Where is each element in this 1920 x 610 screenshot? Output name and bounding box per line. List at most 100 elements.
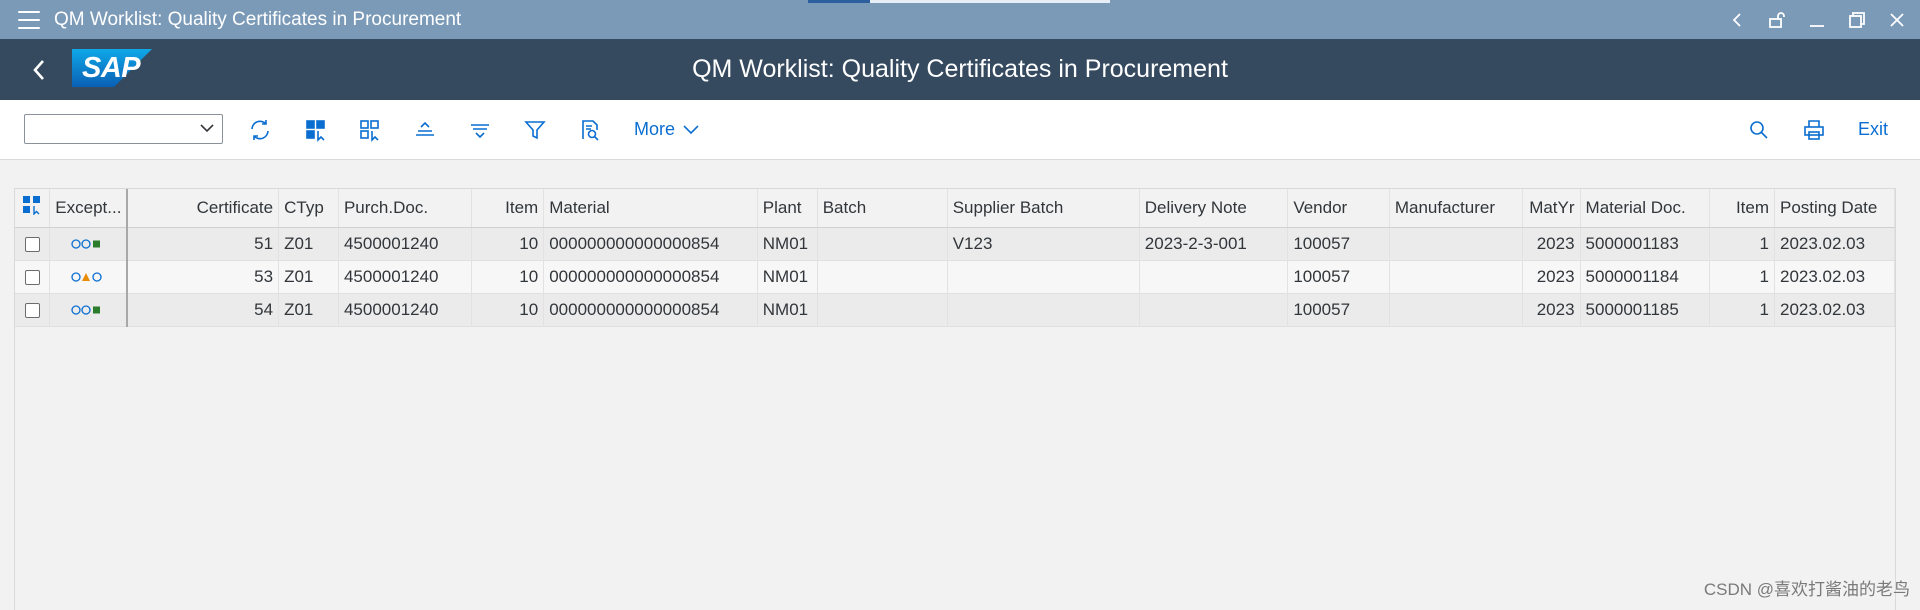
column-header-certificate[interactable]: Certificate [127,189,280,228]
tab-strip-indicator [808,0,1110,3]
print-preview-button[interactable] [576,116,604,144]
cell-batch [817,293,948,327]
chevron-down-icon [200,124,214,133]
row-select-checkbox[interactable] [15,227,51,261]
cell-material-doc: 5000001185 [1580,293,1711,327]
cell-item-2: 1 [1709,227,1775,261]
window-title: QM Worklist: Quality Certificates in Pro… [54,8,462,30]
unlock-icon[interactable] [1768,11,1786,29]
window-title-bar: QM Worklist: Quality Certificates in Pro… [0,0,1920,39]
table-row[interactable]: 54 Z01 4500001240 10 000000000000000854 … [15,293,1895,327]
cell-manufacturer [1389,227,1523,261]
cell-vendor: 100057 [1287,260,1390,294]
sort-ascending-icon [416,121,434,136]
layout-variant-select[interactable] [24,114,223,144]
table-header-row: Except... Certificate CTyp Purch.Doc. It… [15,189,1895,228]
table-row[interactable]: 51 Z01 4500001240 10 000000000000000854 … [15,227,1895,261]
select-layout-icon [306,120,325,142]
column-header-posting-date[interactable]: Posting Date [1774,189,1895,228]
traffic-light-yellow-icon [71,272,103,282]
row-select-checkbox[interactable] [15,293,51,327]
hamburger-menu-icon[interactable] [18,10,40,29]
cell-material: 000000000000000854 [543,260,758,294]
row-select-checkbox[interactable] [15,260,51,294]
column-header-supplier-batch[interactable]: Supplier Batch [947,189,1140,228]
cell-certificate: 54 [127,293,280,327]
column-header-delivery-note[interactable]: Delivery Note [1139,189,1289,228]
column-header-item[interactable]: Item [471,189,545,228]
exit-button[interactable]: Exit [1858,119,1888,140]
table-row[interactable]: 53 Z01 4500001240 10 000000000000000854 … [15,260,1895,294]
select-all-icon [23,196,41,216]
cell-matyr: 2023 [1522,227,1581,261]
column-header-purch-doc[interactable]: Purch.Doc. [338,189,472,228]
column-header-ctyp[interactable]: CTyp [278,189,339,228]
more-menu-button[interactable]: More [634,119,699,140]
cell-ctyp: Z01 [278,227,339,261]
cell-ctyp: Z01 [278,260,339,294]
restore-icon[interactable] [1848,11,1866,29]
watermark: CSDN @喜欢打酱油的老鸟 [1703,580,1910,599]
cell-ctyp: Z01 [278,293,339,327]
cell-purch-doc: 4500001240 [338,227,472,261]
select-layout-button[interactable] [302,116,330,144]
cell-batch [817,260,948,294]
cell-delivery-note [1139,260,1289,294]
column-header-manufacturer[interactable]: Manufacturer [1389,189,1523,228]
select-all-button[interactable] [15,189,51,228]
cell-supplier-batch [947,260,1140,294]
print-icon [1804,120,1824,140]
refresh-icon [251,120,269,140]
cell-delivery-note [1139,293,1289,327]
certificates-table: Except... Certificate CTyp Purch.Doc. It… [14,188,1896,610]
search-button[interactable] [1745,116,1773,144]
refresh-button[interactable] [246,116,274,144]
column-header-material-doc[interactable]: Material Doc. [1580,189,1711,228]
column-header-plant[interactable]: Plant [757,189,818,228]
cell-item-2: 1 [1709,293,1775,327]
cell-item-2: 1 [1709,260,1775,294]
print-button[interactable] [1800,116,1828,144]
back-arrow-icon [33,59,44,80]
column-header-matyr[interactable]: MatYr [1522,189,1581,228]
cell-plant: NM01 [757,293,818,327]
chevron-left-icon[interactable] [1728,11,1746,29]
cell-purch-doc: 4500001240 [338,260,472,294]
close-icon[interactable] [1888,11,1906,29]
cell-posting-date: 2023.02.03 [1774,227,1895,261]
sap-logo-text: SAP [82,52,141,84]
cell-delivery-note: 2023-2-3-001 [1139,227,1289,261]
cell-item: 10 [471,293,545,327]
filter-button[interactable] [521,116,549,144]
cell-posting-date: 2023.02.03 [1774,293,1895,327]
details-icon [360,120,379,142]
column-header-exception[interactable]: Except... [49,189,129,228]
sort-descending-button[interactable] [466,116,494,144]
cell-plant: NM01 [757,260,818,294]
page-title: QM Worklist: Quality Certificates in Pro… [692,55,1228,83]
cell-certificate: 53 [127,260,280,294]
filter-icon [524,121,546,140]
column-header-material[interactable]: Material [543,189,758,228]
cell-purch-doc: 4500001240 [338,293,472,327]
column-header-item-2[interactable]: Item [1709,189,1775,228]
cell-vendor: 100057 [1287,227,1390,261]
details-button[interactable] [356,116,384,144]
search-icon [1750,121,1768,139]
sort-ascending-button[interactable] [411,116,439,144]
cell-material: 000000000000000854 [543,227,758,261]
exception-status-green [49,227,129,261]
cell-supplier-batch: V123 [947,227,1140,261]
cell-vendor: 100057 [1287,293,1390,327]
cell-supplier-batch [947,293,1140,327]
exception-status-green [49,293,129,327]
cell-batch [817,227,948,261]
column-header-vendor[interactable]: Vendor [1287,189,1390,228]
exception-status-yellow [49,260,129,294]
minimize-icon[interactable] [1808,11,1826,29]
cell-manufacturer [1389,260,1523,294]
column-header-batch[interactable]: Batch [817,189,948,228]
cell-material-doc: 5000001184 [1580,260,1711,294]
back-button[interactable] [24,55,54,85]
print-preview-icon [582,120,599,141]
